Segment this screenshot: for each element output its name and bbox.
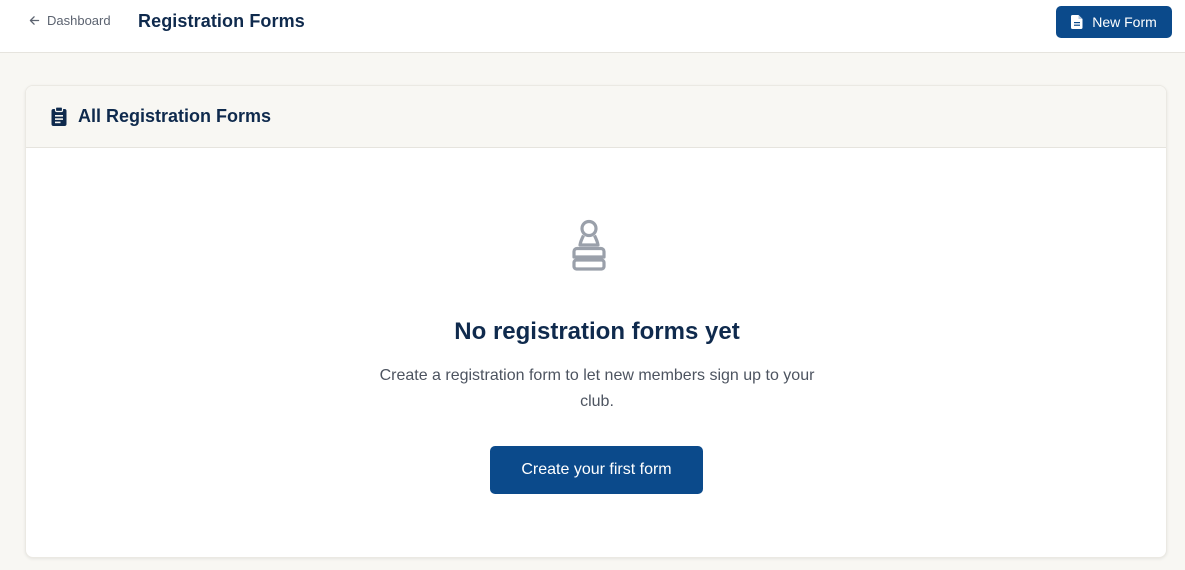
new-form-button[interactable]: New Form [1056, 6, 1172, 38]
registration-forms-card: All Registration Forms No registration f… [25, 85, 1167, 558]
chess-pawn-icon [572, 219, 606, 271]
new-form-button-label: New Form [1092, 14, 1157, 30]
clipboard-list-icon [51, 107, 67, 126]
empty-state-description: Create a registration form to let new me… [379, 367, 815, 410]
card-title: All Registration Forms [78, 106, 272, 126]
arrow-left-icon [29, 16, 40, 25]
back-to-dashboard-link[interactable]: Dashboard [28, 13, 111, 28]
empty-state-title: No registration forms yet [454, 318, 740, 345]
top-bar: Dashboard Registration Forms New Form [0, 0, 1185, 53]
document-icon [1071, 15, 1083, 29]
page-title: Registration Forms [138, 11, 305, 31]
back-link-label: Dashboard [47, 13, 111, 28]
card-header: All Registration Forms [26, 86, 1166, 148]
create-first-form-button[interactable]: Create your first form [490, 446, 703, 494]
